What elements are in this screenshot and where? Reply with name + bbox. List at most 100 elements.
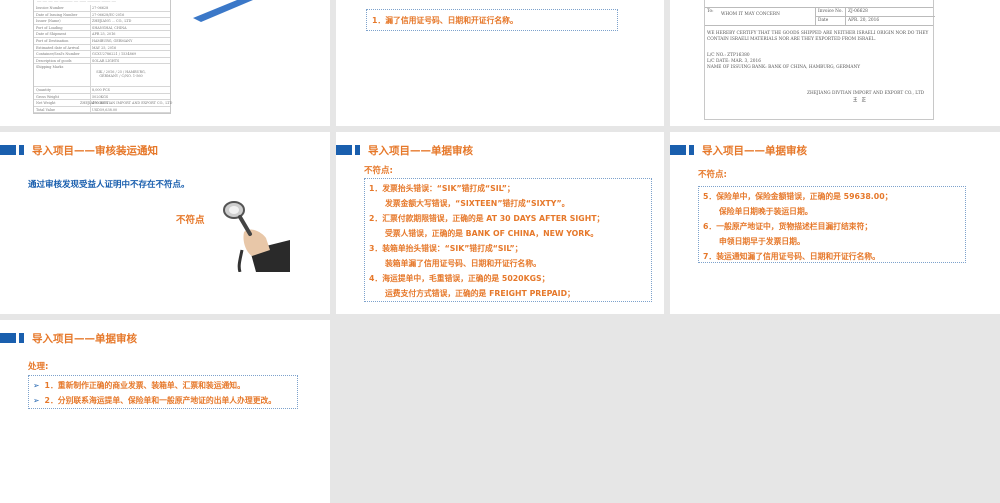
invoice-value: ZJ-06628	[848, 9, 868, 14]
doc-field-label: Port of Loading	[36, 25, 63, 30]
doc-field-value: HAMBURG, GERMANY	[92, 39, 133, 43]
discrepancy-line: 发票金额大写错误，“SIXTEEN”错打成“SIXTY”。	[385, 199, 570, 208]
discrepancy-line: 4．海运提单中，毛重错误，正确的是 5020KGS；	[369, 274, 550, 283]
discrepancy-line: 6．一般原产地证中，货物描述栏目漏打结束符；	[703, 222, 873, 231]
discrepancy-box: 1．发票抬头错误：“SIK”错打成“SIL”； 发票金额大写错误，“SIXTEE…	[364, 178, 652, 302]
doc-field-value: 5020KGS	[92, 94, 109, 99]
action-box: ➢ 1．重新制作正确的商业发票、装箱单、汇票和装运通知。 ➢ 2．分别联系海运提单、…	[28, 375, 298, 409]
doc-field-value: USD59,638.00	[92, 107, 118, 112]
doc-field-value: SIK / 2016 / 25 / HAMBURG, GERMANY / C/N…	[96, 70, 146, 79]
slide-title: 导入项目——审核装运通知	[32, 144, 158, 157]
doc-row: Port of Destination HAMBURG, GERMANY	[34, 38, 170, 45]
discrepancy-line: 申领日期早于发票日期。	[719, 237, 805, 246]
discrepancy-item: 1．漏了信用证号码、日期和开证行名称。	[372, 16, 518, 25]
doc-field-label: Total Value	[36, 107, 56, 112]
doc-field-value: 27-06628/EC-2016	[92, 12, 125, 17]
doc-row: Total Value USD59,638.00	[34, 106, 170, 114]
chevron-right-icon: ➢	[33, 381, 40, 390]
section-subtitle: 不符点:	[698, 170, 727, 180]
doc-footer: ZHEJIANG DIVTIAN IMPORT AND EXPORT CO., …	[80, 101, 173, 105]
doc-field-label: Container/Seal's Number	[36, 52, 80, 57]
doc-field-label: Quantity	[36, 88, 51, 92]
company-name: ZHEJIANG DIVTIAN IMPORT AND EXPORT CO., …	[807, 91, 925, 96]
issuing-bank: NAME OF ISSUING BANK: BANK OF CHINA, HAM…	[707, 65, 861, 70]
discrepancy-line: 保险单日期晚于装运日期。	[719, 207, 813, 216]
slide-title-bar: 导入项目——单据审核	[336, 144, 473, 157]
certificate-body: WE HEREBY CERTIFY THAT THE GOODS SHIPPED…	[707, 31, 929, 42]
discrepancy-line: 1．发票抬头错误：“SIK”错打成“SIL”；	[369, 184, 515, 193]
arrow-pointer	[193, 0, 253, 22]
doc-row: Invoice Number 27-06628	[34, 5, 170, 12]
slide-title-bar: 导入项目——单据审核	[0, 332, 137, 345]
finding-text: 通过审核发现受益人证明中不存在不符点。	[28, 180, 190, 190]
lc-date: L/C DATE: MAR. 3, 2016	[707, 59, 761, 64]
slide-title-bar: 导入项目——审核装运通知	[0, 144, 158, 157]
discrepancy-line: 运费支付方式错误，正确的是 FREIGHT PREPAID；	[385, 289, 575, 298]
discrepancy-line: 7．装运通知漏了信用证号码、日期和开证行名称。	[703, 252, 880, 261]
date-value: APR. 20, 2016	[848, 18, 880, 23]
discrepancy-box: 5．保险单中，保险金额错误，正确的是 59638.00； 保险单日期晚于装运日期…	[698, 186, 966, 263]
slide-thumbnail-5[interactable]: 导入项目——单据审核 不符点: 1．发票抬头错误：“SIK”错打成“SIL”； …	[336, 132, 664, 314]
signature: 王 正	[853, 98, 866, 103]
doc-field-label: Gross Weight	[36, 94, 59, 99]
invoice-label: Invoice No.	[818, 9, 843, 14]
slide-thumbnail-3[interactable]: To: WHOM IT MAY CONCERN Invoice No. ZJ-0…	[670, 0, 1000, 126]
doc-field-value: MAY 25, 2016	[92, 45, 117, 50]
discrepancy-box: 1．漏了信用证号码、日期和开证行名称。	[366, 9, 618, 31]
doc-row: Date of Shipment APR 25, 2016	[34, 31, 170, 38]
doc-field-value: SOLAR LIGHTS	[92, 58, 120, 63]
doc-row: Date of Issuing Number 27-06628/EC-2016	[34, 11, 170, 19]
action-item: ➢ 1．重新制作正确的商业发票、装箱单、汇票和装运通知。	[33, 381, 245, 390]
date-label: Date	[818, 18, 829, 23]
slide-thumbnail-6[interactable]: 导入项目——单据审核 不符点: 5．保险单中，保险金额错误，正确的是 59638…	[670, 132, 1000, 314]
slide-thumbnail-1[interactable]: __ __ __ __ ______ __ ___ ______ ____ __…	[0, 0, 330, 126]
doc-row: Quantity 8,000 PCS	[34, 87, 170, 94]
doc-field-value: APR 25, 2016	[92, 32, 116, 37]
doc-field-label: Shipping Marks	[36, 65, 64, 70]
doc-row: Shipping Marks SIK / 2016 / 25 / HAMBURG,…	[34, 64, 170, 87]
to-label: To:	[707, 9, 714, 14]
slide-title: 导入项目——单据审核	[32, 332, 137, 345]
slide-title: 导入项目——单据审核	[702, 144, 807, 157]
discrepancy-line: 装箱单漏了信用证号码、日期和开证行名称。	[385, 259, 541, 268]
doc-field-label: Issuer (Name)	[36, 19, 61, 24]
slide-thumbnail-2[interactable]: 1．漏了信用证号码、日期和开证行名称。	[336, 0, 664, 126]
doc-field-value: SHANGHAI, CHINA	[92, 25, 127, 30]
action-item: ➢ 2．分别联系海运提单、保险单和一般原产地证的出单人办理更改。	[33, 396, 277, 405]
doc-field-label: Estimated date of Arrival	[36, 45, 80, 50]
doc-field-label: Net Weight	[36, 101, 56, 106]
doc-field-value: ZHEJIANG ... CO., LTD	[92, 19, 132, 24]
beneficiary-certificate-document: To: WHOM IT MAY CONCERN Invoice No. ZJ-0…	[704, 0, 935, 120]
doc-field-value: 27-06628	[92, 6, 109, 10]
slide-thumbnail-4[interactable]: 导入项目——审核装运通知 通过审核发现受益人证明中不存在不符点。 不符点	[0, 132, 330, 314]
doc-field-label: Port of Destination	[36, 39, 69, 43]
chevron-right-icon: ➢	[33, 396, 40, 405]
doc-field-value: GCXU2786221 / 1534869	[92, 52, 137, 57]
section-subtitle: 不符点:	[364, 166, 393, 176]
doc-field-label: Date of Issuing Number	[36, 12, 78, 17]
doc-field-value: 8,000 PCS	[92, 88, 110, 92]
doc-field-label: Description of goods	[36, 58, 72, 63]
doc-row: Issuer (Name) ZHEJIANG ... CO., LTD	[34, 18, 170, 25]
doc-header-text: __ __ __ __ ______ __ ___ ______ ____ __	[37, 0, 116, 2]
doc-row: Container/Seal's Number GCXU2786221 / 153…	[34, 51, 170, 58]
discrepancy-line: 3．装箱单抬头错误：“SIK”错打成“SIL”；	[369, 244, 523, 253]
slide-title: 导入项目——单据审核	[368, 144, 473, 157]
slide-title-bar: 导入项目——单据审核	[670, 144, 807, 157]
discrepancy-line: 2．汇票付款期限错误，正确的是 AT 30 DAYS AFTER SIGHT；	[369, 214, 605, 223]
discrepancy-label: 不符点	[176, 215, 205, 226]
hand-magnifier-image	[223, 201, 290, 272]
doc-row: Gross Weight 5020KGS	[34, 93, 170, 101]
section-subtitle: 处理:	[28, 362, 49, 372]
discrepancy-line: 受票人错误，正确的是 BANK OF CHINA，NEW YORK。	[385, 229, 599, 238]
discrepancy-line: 5．保险单中，保险金额错误，正确的是 59638.00；	[703, 192, 893, 201]
slide-thumbnail-7[interactable]: 导入项目——单据审核 处理: ➢ 1．重新制作正确的商业发票、装箱单、汇票和装运通…	[0, 320, 330, 503]
shipping-advice-document: __ __ __ __ ______ __ ___ ______ ____ __…	[33, 0, 173, 114]
to-value: WHOM IT MAY CONCERN	[721, 12, 780, 17]
doc-field-label: Date of Shipment	[36, 32, 67, 37]
doc-field-label: Invoice Number	[36, 6, 64, 10]
doc-row: Estimated date of Arrival MAY 25, 2016	[34, 44, 170, 52]
lc-number: L/C NO.: ZTP16380	[707, 53, 750, 58]
doc-row: Description of goods SOLAR LIGHTS	[34, 57, 170, 65]
doc-row: Port of Loading SHANGHAI, CHINA	[34, 24, 170, 32]
